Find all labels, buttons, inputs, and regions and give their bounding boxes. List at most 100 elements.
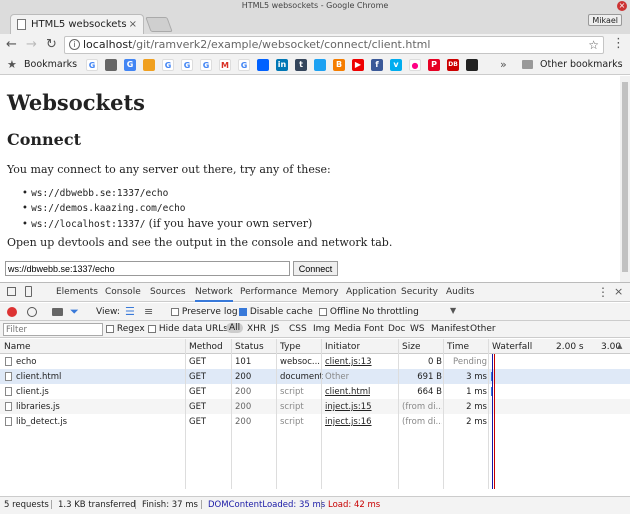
tumblr-icon[interactable]: t xyxy=(295,59,307,71)
google-bookmark-icon[interactable]: G xyxy=(200,59,212,71)
type-filter-all[interactable]: All xyxy=(226,323,244,333)
linkedin-icon[interactable]: in xyxy=(276,59,288,71)
offline-checkbox[interactable]: Offline xyxy=(319,307,359,317)
scrollbar-thumb[interactable] xyxy=(622,82,628,272)
cell-initiator[interactable]: inject.js:15 xyxy=(325,402,372,412)
info-icon[interactable]: i xyxy=(69,39,80,50)
blogger-icon[interactable]: B xyxy=(333,59,345,71)
profile-button[interactable]: Mikael xyxy=(588,14,622,26)
filter-input[interactable] xyxy=(3,323,103,336)
column-size[interactable]: Size xyxy=(402,342,420,352)
inspect-element-icon[interactable] xyxy=(7,287,16,296)
flickr-icon[interactable]: ● xyxy=(409,59,421,71)
tab-network[interactable]: Network xyxy=(195,287,233,302)
screenshot-icon[interactable] xyxy=(52,308,63,316)
google-bookmark-icon[interactable]: G xyxy=(86,59,98,71)
sort-up-icon[interactable]: ▲ xyxy=(617,342,622,350)
google-bookmark-icon[interactable]: G xyxy=(238,59,250,71)
throttling-select[interactable]: No throttling xyxy=(362,307,419,317)
bookmarks-label[interactable]: Bookmarks xyxy=(24,59,77,70)
bookmark-icon[interactable]: DB xyxy=(447,59,459,71)
twitter-icon[interactable] xyxy=(314,59,326,71)
type-filter-font[interactable]: Font xyxy=(364,324,384,334)
connect-button[interactable]: Connect xyxy=(293,261,338,276)
table-row[interactable]: libraries.js GET 200 script inject.js:15 (fro… xyxy=(0,399,630,414)
reload-icon[interactable]: ↻ xyxy=(46,37,57,53)
record-icon[interactable] xyxy=(7,307,17,317)
cell-initiator[interactable]: inject.js:16 xyxy=(325,417,372,427)
disable-cache-checkbox[interactable]: Disable cache xyxy=(239,307,313,317)
cell-initiator[interactable]: client.html xyxy=(325,387,370,397)
type-filter-other[interactable]: Other xyxy=(470,324,496,334)
load-time: Load: 42 ms xyxy=(328,500,381,510)
type-filter-doc[interactable]: Doc xyxy=(388,324,405,334)
back-arrow-icon[interactable]: ← xyxy=(6,37,17,53)
column-time[interactable]: Time xyxy=(447,342,469,352)
google-bookmark-icon[interactable]: G xyxy=(162,59,174,71)
type-filter-js[interactable]: JS xyxy=(271,324,279,334)
chevron-down-icon[interactable]: ▼ xyxy=(450,306,456,315)
table-row[interactable]: echo GET 101 websoc... client.js:13 0 B Pendin… xyxy=(0,354,630,369)
column-name[interactable]: Name xyxy=(4,342,31,352)
tab-elements[interactable]: Elements xyxy=(56,287,98,297)
other-bookmarks[interactable]: Other bookmarks xyxy=(540,59,623,70)
github-icon[interactable] xyxy=(466,59,478,71)
regex-checkbox[interactable]: Regex xyxy=(106,324,145,334)
tab-memory[interactable]: Memory xyxy=(302,287,339,297)
youtube-icon[interactable]: ▶ xyxy=(352,59,364,71)
bookmark-icon[interactable] xyxy=(143,59,155,71)
type-filter-img[interactable]: Img xyxy=(313,324,330,334)
hide-data-urls-checkbox[interactable]: Hide data URLs xyxy=(148,324,228,334)
tab-strip: HTML5 websockets × Mikael xyxy=(0,12,630,34)
overview-icon[interactable]: ≡ xyxy=(144,305,153,318)
tab-console[interactable]: Console xyxy=(105,287,141,297)
cell-initiator[interactable]: client.js:13 xyxy=(325,357,372,367)
new-tab-button[interactable] xyxy=(145,17,173,32)
device-toolbar-icon[interactable] xyxy=(25,286,32,297)
bookmark-icon[interactable] xyxy=(105,59,117,71)
google-bookmark-icon[interactable]: G xyxy=(181,59,193,71)
table-row[interactable]: client.html GET 200 document Other 691 B 3 ms xyxy=(0,369,630,384)
dropbox-icon[interactable] xyxy=(257,59,269,71)
column-waterfall[interactable]: Waterfall xyxy=(492,342,532,352)
column-method[interactable]: Method xyxy=(189,342,223,352)
waterfall-tick: 2.00 s xyxy=(556,342,584,352)
column-initiator[interactable]: Initiator xyxy=(325,342,360,352)
large-rows-icon[interactable]: ☰ xyxy=(125,305,135,318)
bookmarks-overflow-icon[interactable]: » xyxy=(500,58,507,71)
table-row[interactable]: lib_detect.js GET 200 script inject.js:16 (fr… xyxy=(0,414,630,429)
browser-tab[interactable]: HTML5 websockets × xyxy=(10,14,144,34)
clear-icon[interactable] xyxy=(27,307,37,317)
page-scrollbar[interactable] xyxy=(620,76,630,282)
tab-audits[interactable]: Audits xyxy=(446,287,474,297)
devtools-menu-icon[interactable]: ⋮ xyxy=(597,285,609,299)
chrome-menu-icon[interactable]: ⋮ xyxy=(612,36,625,51)
tab-sources[interactable]: Sources xyxy=(150,287,186,297)
cell-initiator[interactable]: Other xyxy=(325,372,349,382)
bookmark-star-icon[interactable]: ☆ xyxy=(588,37,599,53)
type-filter-css[interactable]: CSS xyxy=(289,324,307,334)
type-filter-media[interactable]: Media xyxy=(334,324,361,334)
filter-icon[interactable]: ⏷ xyxy=(70,305,79,319)
column-type[interactable]: Type xyxy=(280,342,301,352)
window-close-icon[interactable]: × xyxy=(617,1,627,11)
address-bar[interactable]: i localhost/git/ramverk2/example/websock… xyxy=(64,36,604,54)
type-filter-ws[interactable]: WS xyxy=(410,324,425,334)
server-url-input[interactable] xyxy=(5,261,290,276)
table-row[interactable]: client.js GET 200 script client.html 664 B 1 m… xyxy=(0,384,630,399)
devtools-close-icon[interactable]: × xyxy=(614,285,623,298)
tab-security[interactable]: Security xyxy=(401,287,438,297)
gmail-icon[interactable]: M xyxy=(219,59,231,71)
forward-arrow-icon[interactable]: → xyxy=(26,37,37,53)
tab-performance[interactable]: Performance xyxy=(240,287,297,297)
facebook-icon[interactable]: f xyxy=(371,59,383,71)
type-filter-xhr[interactable]: XHR xyxy=(247,324,266,334)
pinterest-icon[interactable]: P xyxy=(428,59,440,71)
preserve-log-checkbox[interactable]: Preserve log xyxy=(171,307,238,317)
bookmark-icon[interactable]: G xyxy=(124,59,136,71)
column-status[interactable]: Status xyxy=(235,342,264,352)
tab-close-icon[interactable]: × xyxy=(129,15,137,34)
tab-application[interactable]: Application xyxy=(346,287,396,297)
vimeo-icon[interactable]: v xyxy=(390,59,402,71)
type-filter-manifest[interactable]: Manifest xyxy=(431,324,469,334)
